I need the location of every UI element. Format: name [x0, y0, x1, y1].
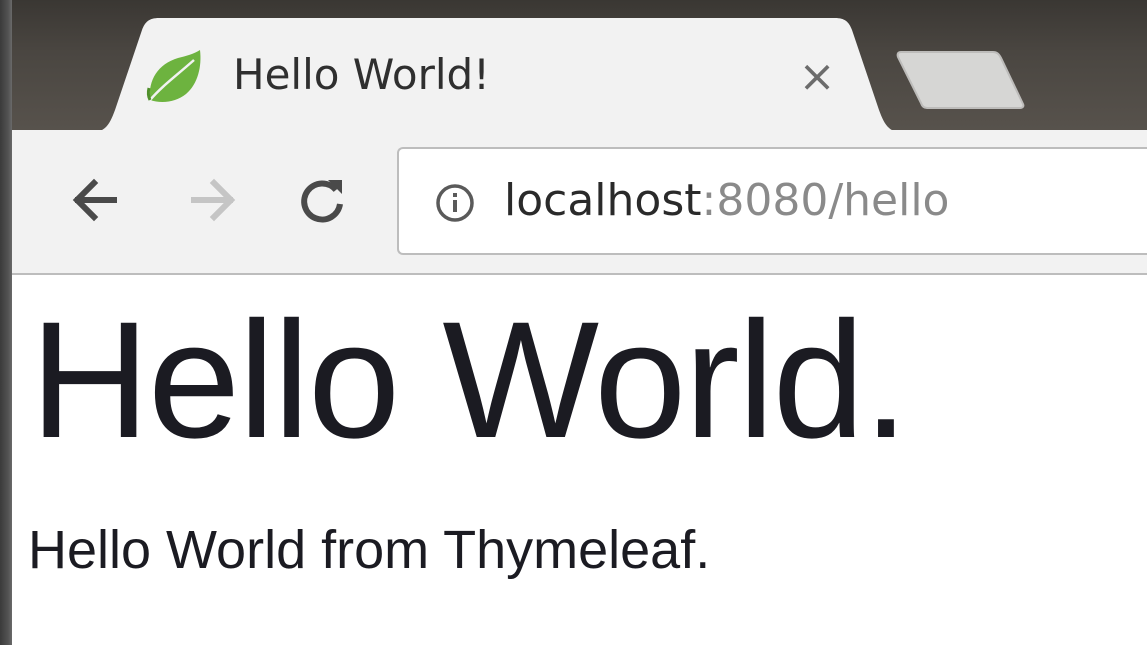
forward-button[interactable]: [180, 168, 244, 232]
browser-window: Hello World! × localhost:8080/hello Hell…: [0, 0, 1147, 645]
new-tab-button[interactable]: [895, 48, 1035, 110]
tab-hello-world[interactable]: Hello World! ×: [87, 18, 907, 133]
url-path: :8080/hello: [701, 175, 950, 226]
close-icon[interactable]: ×: [792, 52, 842, 102]
page-paragraph: Hello World from Thymeleaf.: [28, 520, 711, 580]
arrow-left-icon: [72, 178, 117, 222]
url-text[interactable]: localhost:8080/hello: [504, 173, 949, 229]
tab-shape: [87, 18, 907, 133]
info-icon[interactable]: [435, 183, 475, 223]
tab-title: Hello World!: [233, 50, 491, 99]
browser-toolbar: localhost:8080/hello: [12, 130, 1147, 275]
page-content: Hello World. Hello World from Thymeleaf.: [12, 275, 1147, 645]
page-heading: Hello World.: [30, 288, 909, 473]
reload-icon: [301, 180, 343, 223]
url-host: localhost: [504, 175, 702, 226]
arrow-right-icon: [191, 178, 236, 222]
spring-leaf-icon: [142, 46, 206, 110]
back-button[interactable]: [64, 168, 128, 232]
address-bar[interactable]: localhost:8080/hello: [397, 147, 1147, 255]
tab-strip: Hello World! ×: [12, 0, 1147, 133]
window-edge: [0, 0, 12, 645]
reload-button[interactable]: [290, 168, 354, 232]
